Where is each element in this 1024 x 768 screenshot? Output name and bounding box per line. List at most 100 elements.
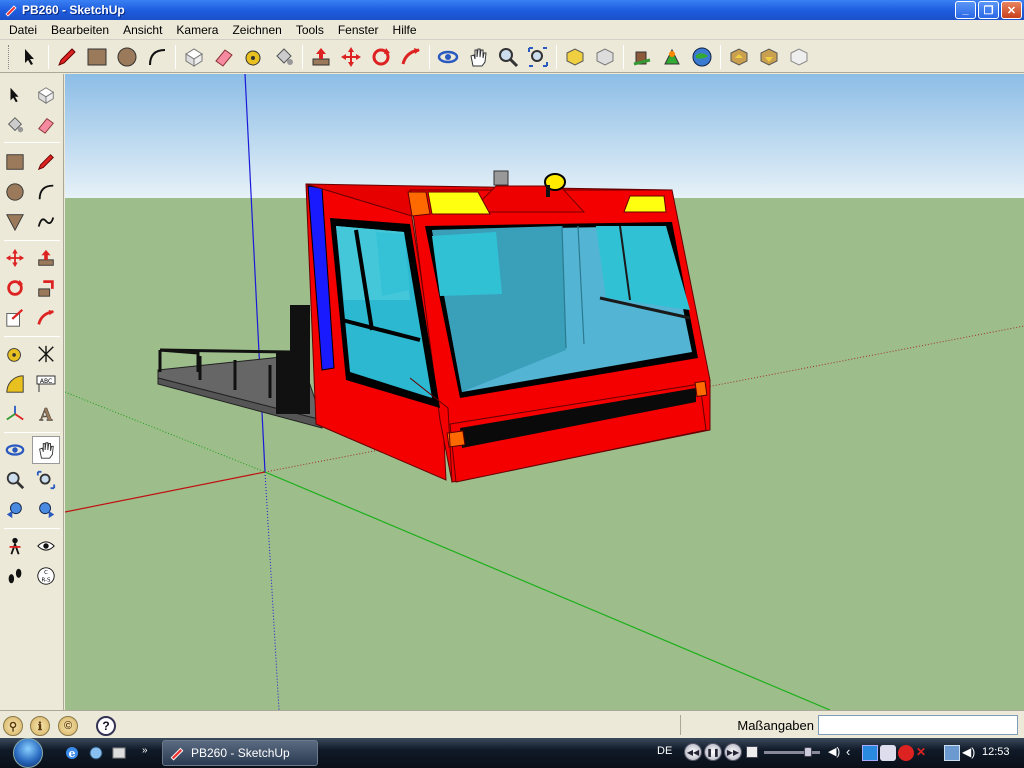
zoom-icon[interactable] <box>1 466 29 494</box>
get-models-icon[interactable] <box>560 43 590 71</box>
pan-icon[interactable] <box>32 436 60 464</box>
tray-display-icon[interactable] <box>944 745 960 761</box>
menu-zeichnen[interactable]: Zeichnen <box>225 23 288 37</box>
credits-icon[interactable]: ℹ <box>30 716 50 736</box>
media-seek-slider[interactable] <box>764 746 820 757</box>
pause-icon[interactable]: ❚❚ <box>704 743 722 761</box>
tray-muted-icon[interactable]: ✕ <box>916 745 932 761</box>
arc-icon[interactable] <box>142 43 172 71</box>
tray-expand-icon[interactable]: ‹ <box>846 744 850 759</box>
maximize-button[interactable]: ❐ <box>978 1 999 19</box>
clock[interactable]: 12:53 <box>982 746 1010 758</box>
look-around-icon[interactable] <box>32 532 60 560</box>
select-icon[interactable] <box>15 43 45 71</box>
tray-volume-icon[interactable]: ◀) <box>962 745 978 761</box>
zoom-icon[interactable] <box>493 43 523 71</box>
3d-text-icon[interactable]: A <box>32 400 60 428</box>
menu-hilfe[interactable]: Hilfe <box>386 23 424 37</box>
add-location-icon[interactable] <box>784 43 814 71</box>
pencil-icon[interactable] <box>52 43 82 71</box>
rotate-icon[interactable] <box>366 43 396 71</box>
tape-measure-icon[interactable] <box>1 340 29 368</box>
eraser-icon[interactable] <box>209 43 239 71</box>
show-desktop-icon[interactable] <box>111 745 127 761</box>
next-track-icon[interactable]: ▶▶ <box>724 743 742 761</box>
protractor-icon[interactable] <box>1 370 29 398</box>
zoom-window-icon[interactable] <box>32 466 60 494</box>
offset-icon[interactable] <box>32 304 60 332</box>
select-icon[interactable] <box>1 81 29 109</box>
move-icon[interactable] <box>1 244 29 272</box>
start-button[interactable] <box>2 738 54 768</box>
circle-icon[interactable] <box>112 43 142 71</box>
geo-location-icon[interactable]: ⚲ <box>3 716 23 736</box>
push-pull-icon[interactable] <box>32 244 60 272</box>
share-model-icon[interactable] <box>590 43 620 71</box>
paint-bucket-icon[interactable] <box>269 43 299 71</box>
pan-icon[interactable] <box>463 43 493 71</box>
exhaust-box <box>290 305 310 355</box>
preview-google-earth-icon[interactable] <box>724 43 754 71</box>
get-current-view-icon[interactable] <box>657 43 687 71</box>
menu-fenster[interactable]: Fenster <box>331 23 386 37</box>
svg-text:A: A <box>39 405 53 424</box>
rectangle-icon[interactable] <box>82 43 112 71</box>
freehand-icon[interactable] <box>32 208 60 236</box>
next-view-icon[interactable] <box>32 496 60 524</box>
place-model-icon[interactable] <box>627 43 657 71</box>
minimize-button[interactable]: _ <box>955 1 976 19</box>
section-plane-icon[interactable]: C R-S <box>32 562 60 590</box>
language-indicator[interactable]: DE <box>657 745 672 757</box>
get-photo-texture-icon[interactable] <box>754 43 784 71</box>
paint-bucket-icon[interactable] <box>1 111 29 139</box>
scale-icon[interactable] <box>1 304 29 332</box>
tray-antivirus-icon[interactable] <box>898 745 914 761</box>
toggle-terrain-icon[interactable] <box>687 43 717 71</box>
menu-ansicht[interactable]: Ansicht <box>116 23 169 37</box>
internet-explorer-icon[interactable]: e <box>64 745 80 761</box>
taskbar-sketchup-button[interactable]: PB260 - SketchUp <box>162 740 318 766</box>
orbit-icon[interactable] <box>433 43 463 71</box>
position-camera-icon[interactable] <box>1 532 29 560</box>
volume-icon[interactable]: ◀) <box>828 745 842 759</box>
follow-me-icon[interactable] <box>32 274 60 302</box>
svg-text:R-S: R-S <box>42 577 52 583</box>
browser-icon[interactable] <box>88 745 104 761</box>
axes-icon[interactable] <box>1 400 29 428</box>
help-icon[interactable]: ? <box>96 716 116 736</box>
eraser-icon[interactable] <box>32 111 60 139</box>
menu-kamera[interactable]: Kamera <box>169 23 225 37</box>
tray-app-icon[interactable] <box>880 745 896 761</box>
dimension-icon[interactable] <box>32 340 60 368</box>
orbit-icon[interactable] <box>1 436 29 464</box>
menu-tools[interactable]: Tools <box>289 23 331 37</box>
circle-icon[interactable] <box>1 178 29 206</box>
menu-datei[interactable]: Datei <box>2 23 44 37</box>
rotate-icon[interactable] <box>1 274 29 302</box>
menu-bearbeiten[interactable]: Bearbeiten <box>44 23 116 37</box>
3d-viewport[interactable] <box>65 74 1024 710</box>
copyright-icon[interactable]: © <box>58 716 78 736</box>
follow-me-icon[interactable] <box>396 43 426 71</box>
arc-icon[interactable] <box>32 178 60 206</box>
quicklaunch-expand-icon[interactable]: » <box>142 745 158 761</box>
toolbar-grip[interactable] <box>8 44 11 69</box>
make-component-icon[interactable] <box>179 43 209 71</box>
line-icon[interactable] <box>32 148 60 176</box>
move-icon[interactable] <box>336 43 366 71</box>
previous-track-icon[interactable]: ◀◀ <box>684 743 702 761</box>
text-icon[interactable]: ABC <box>32 370 60 398</box>
walk-icon[interactable] <box>1 562 29 590</box>
zoom-extents-icon[interactable] <box>523 43 553 71</box>
push-pull-icon[interactable] <box>306 43 336 71</box>
previous-view-icon[interactable] <box>1 496 29 524</box>
right-front-light <box>694 380 708 398</box>
rectangle-icon[interactable] <box>1 148 29 176</box>
tray-network-icon[interactable] <box>862 745 878 761</box>
tape-measure-icon[interactable] <box>239 43 269 71</box>
stop-icon[interactable] <box>746 746 758 758</box>
make-component-icon[interactable] <box>32 81 60 109</box>
polygon-icon[interactable] <box>1 208 29 236</box>
close-button[interactable]: ✕ <box>1001 1 1022 19</box>
measurements-input[interactable] <box>818 715 1018 735</box>
